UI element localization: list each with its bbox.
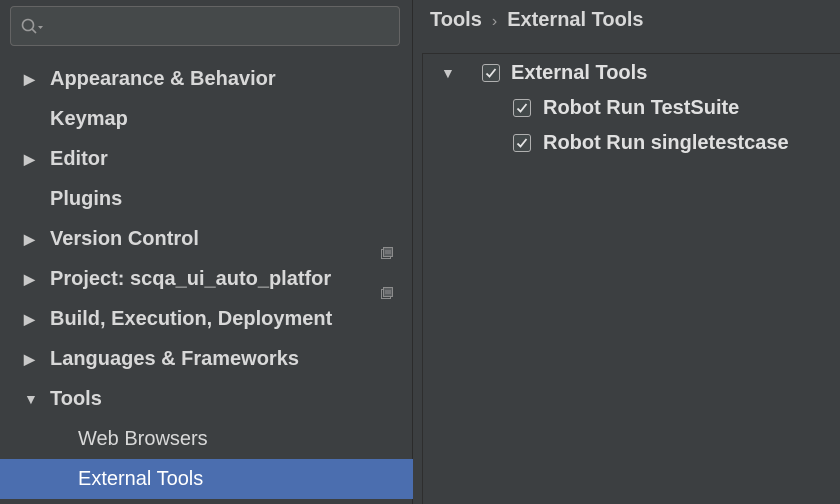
sidebar-item-label: Version Control [50,228,199,250]
sidebar-item-label: Web Browsers [78,428,208,450]
sidebar-item-tools[interactable]: ▼ Tools [0,379,413,419]
sidebar-item-plugins[interactable]: Plugins [0,179,413,219]
sidebar-item-web-browsers[interactable]: Web Browsers [0,419,413,459]
breadcrumb-current: External Tools [507,9,644,31]
project-scope-icon [381,233,393,259]
settings-nav-tree: ▶ Appearance & Behavior Keymap ▶ Editor … [0,59,413,499]
triangle-right-icon[interactable]: ▶ [24,219,40,259]
sidebar-item-external-tools[interactable]: External Tools [0,459,413,499]
sidebar-item-version-control[interactable]: ▶ Version Control [0,219,413,259]
sidebar-item-label: Tools [50,388,102,410]
triangle-down-icon[interactable]: ▼ [24,379,40,419]
triangle-down-icon[interactable]: ▼ [441,56,455,90]
sidebar-item-label: Editor [50,148,108,170]
sidebar-item-label: External Tools [78,468,204,490]
sidebar-item-label: Appearance & Behavior [50,68,276,90]
sidebar-item-label: Project: scqa_ui_auto_platfor [50,268,332,290]
checkbox-checked-icon[interactable] [513,99,531,117]
sidebar-item-appearance-behavior[interactable]: ▶ Appearance & Behavior [0,59,413,99]
sidebar-item-project[interactable]: ▶ Project: scqa_ui_auto_platfor [0,259,413,299]
breadcrumb-parent[interactable]: Tools [430,9,482,31]
breadcrumb-separator: › [491,13,498,30]
checkbox-checked-icon[interactable] [482,64,500,82]
sidebar-item-label: Languages & Frameworks [50,348,299,370]
tree-item-label: Robot Run TestSuite [543,97,740,119]
triangle-right-icon[interactable]: ▶ [24,59,40,99]
settings-content: Tools › External Tools ▼ External Tools Ro… [414,0,840,504]
triangle-right-icon[interactable]: ▶ [24,339,40,379]
checkbox-checked-icon[interactable] [513,134,531,152]
triangle-right-icon[interactable]: ▶ [24,299,40,339]
sidebar-item-label: Keymap [50,108,128,130]
breadcrumb: Tools › External Tools [430,8,644,32]
sidebar-item-label: Plugins [50,188,123,210]
triangle-right-icon[interactable]: ▶ [24,259,40,299]
sidebar-item-label: Build, Execution, Deployment [50,308,333,330]
tree-item-robot-run-singletestcase[interactable]: Robot Run singletestcase [441,126,831,160]
tree-group-label: External Tools [511,62,648,84]
sidebar-item-keymap[interactable]: Keymap [0,99,413,139]
tree-item-label: Robot Run singletestcase [543,132,789,154]
tree-item-robot-run-testsuite[interactable]: Robot Run TestSuite [441,91,831,125]
sidebar-item-languages-frameworks[interactable]: ▶ Languages & Frameworks [0,339,413,379]
triangle-right-icon[interactable]: ▶ [24,139,40,179]
search-input[interactable] [10,6,400,46]
sidebar-item-build-execution-deployment[interactable]: ▶ Build, Execution, Deployment [0,299,413,339]
settings-sidebar: ▶ Appearance & Behavior Keymap ▶ Editor … [0,0,413,504]
search-icon[interactable] [21,17,45,37]
tree-group-external-tools[interactable]: ▼ External Tools [441,56,831,90]
sidebar-item-editor[interactable]: ▶ Editor [0,139,413,179]
project-scope-icon [381,273,393,299]
external-tools-tree: ▼ External Tools Robot Run TestSuite Rob… [422,53,840,504]
